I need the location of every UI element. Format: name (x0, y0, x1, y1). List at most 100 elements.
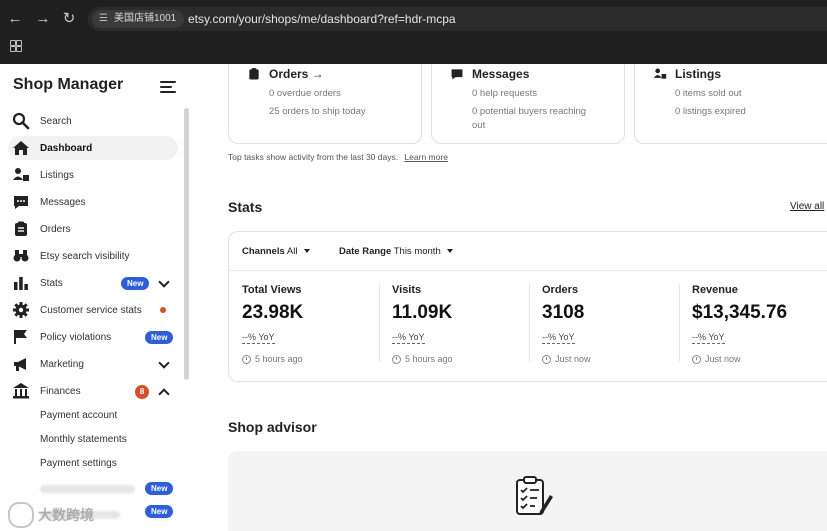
apps-grid-icon[interactable] (10, 40, 22, 52)
clock-icon (692, 354, 701, 364)
extra-new-badge: New (145, 505, 174, 518)
messages-task-card[interactable]: Messages 0 help requests 0 potential buy… (431, 64, 625, 144)
metric-time: 5 hours ago (405, 354, 453, 364)
metric-label: Revenue (692, 284, 738, 296)
extra-new-badge: New (145, 482, 174, 495)
browser-toolbar: ← → ↻ ☰ 美国店铺1001 etsy.com/your/shops/me/… (0, 0, 827, 64)
tune-icon: ☰ (99, 13, 108, 24)
listings-card-title: Listings (675, 67, 722, 81)
metric-value: 23.98K (242, 302, 304, 323)
orders-card-title[interactable]: Orders → (269, 67, 324, 81)
caret-down-icon (304, 249, 311, 254)
search-icon (12, 112, 30, 130)
orders-task-card[interactable]: Orders → 0 overdue orders 25 orders to s… (228, 64, 422, 144)
orders-icon (12, 220, 30, 238)
sidebar-item-marketing[interactable]: Marketing (8, 352, 178, 376)
channels-label: Channels (242, 246, 285, 257)
sidebar-subitem-monthly-statements[interactable]: Monthly statements (40, 434, 127, 445)
metric-label: Visits (392, 284, 422, 296)
stats-card: Channels All Date Range This month Total… (228, 231, 827, 382)
view-all-link[interactable]: View all (790, 201, 824, 212)
metric-total-views[interactable]: Total Views 23.98K --% YoY 5 hours ago (242, 280, 382, 372)
bank-icon (12, 382, 30, 400)
messages-card-title: Messages (472, 67, 530, 81)
sidebar-item-finances[interactable]: Finances (8, 379, 178, 403)
dashboard-main: Orders → 0 overdue orders 25 orders to s… (190, 64, 827, 531)
address-bar[interactable]: ☰ 美国店铺1001 etsy.com/your/shops/me/dashbo… (88, 7, 827, 31)
metric-yoy: --% YoY (692, 332, 725, 344)
learn-more-link[interactable]: Learn more (404, 152, 447, 162)
date-range-filter[interactable]: Date Range This month (339, 246, 454, 257)
listings-icon (653, 67, 667, 81)
shop-advisor-card (228, 451, 827, 531)
listings-task-card[interactable]: Listings 0 items sold out 0 listings exp… (634, 64, 827, 144)
metric-yoy: --% YoY (242, 332, 275, 344)
stats-new-badge: New (121, 277, 150, 290)
metric-updated: 5 hours ago (392, 354, 453, 364)
listings-icon (12, 166, 30, 184)
metric-orders[interactable]: Orders 3108 --% YoY Just now (542, 280, 682, 372)
metric-divider (379, 284, 380, 362)
stats-heading: Stats (228, 199, 263, 215)
top-tasks-note-text: Top tasks show activity from the last 30… (228, 152, 399, 162)
metric-time: Just now (555, 354, 591, 364)
sidebar-item-label: Messages (40, 196, 86, 208)
sidebar-item-label: Orders (40, 223, 71, 235)
blurred-subitem (40, 485, 135, 493)
back-icon[interactable]: ← (4, 8, 26, 30)
date-range-value: This month (393, 246, 441, 257)
channels-filter[interactable]: Channels All (242, 246, 311, 257)
orders-icon (247, 67, 261, 81)
clock-icon (542, 354, 551, 364)
hamburger-menu-icon[interactable] (160, 81, 176, 93)
sidebar-item-label: Stats (40, 277, 63, 289)
sidebar-item-label: Customer service stats (40, 304, 142, 316)
sidebar-item-dashboard[interactable]: Dashboard (8, 136, 178, 160)
date-range-label: Date Range (339, 246, 392, 257)
metric-revenue[interactable]: Revenue $13,345.76 --% YoY Just now (692, 280, 827, 372)
metric-divider (679, 284, 680, 362)
sidebar-subitem-payment-settings[interactable]: Payment settings (40, 458, 117, 469)
sidebar-scrollbar[interactable] (184, 108, 189, 380)
sidebar-subitem-payment-account[interactable]: Payment account (40, 410, 117, 421)
sidebar-item-label: Listings (40, 169, 74, 181)
metric-value: $13,345.76 (692, 302, 788, 323)
metric-value: 3108 (542, 302, 585, 323)
clipboard-checklist-icon (510, 475, 554, 519)
sidebar-item-customer-service-stats[interactable]: Customer service stats (8, 298, 178, 322)
sidebar-item-stats[interactable]: Stats (8, 271, 178, 295)
sidebar-item-orders[interactable]: Orders (8, 217, 178, 241)
sidebar-item-label: Finances (40, 385, 81, 397)
metric-time: Just now (705, 354, 741, 364)
caret-down-icon (447, 249, 454, 254)
watermark-logo-icon (8, 502, 34, 528)
metric-updated: 5 hours ago (242, 354, 303, 364)
site-label: 美国店铺1001 (114, 13, 177, 24)
sidebar-item-messages[interactable]: Messages (8, 190, 178, 214)
stats-icon (12, 274, 30, 292)
task-line: 0 help requests (472, 88, 537, 99)
metric-yoy: --% YoY (392, 332, 425, 344)
sidebar-item-label: Dashboard (40, 142, 93, 154)
metric-value: 11.09K (392, 302, 453, 323)
site-info-chip[interactable]: ☰ 美国店铺1001 (92, 10, 185, 28)
task-line: 0 overdue orders (269, 88, 341, 99)
reload-icon[interactable]: ↻ (58, 8, 80, 30)
task-line: 0 potential buyers reaching (472, 106, 587, 117)
sidebar-item-search-visibility[interactable]: Etsy search visibility (8, 244, 178, 268)
task-line: 0 items sold out (675, 88, 742, 99)
binoculars-icon (12, 247, 30, 265)
messages-icon (450, 67, 464, 81)
forward-icon[interactable]: → (32, 8, 54, 30)
metric-visits[interactable]: Visits 11.09K --% YoY 5 hours ago (392, 280, 532, 372)
clock-icon (242, 354, 251, 364)
top-tasks-note: Top tasks show activity from the last 30… (228, 152, 448, 162)
stats-divider (229, 270, 827, 271)
metric-yoy: --% YoY (542, 332, 575, 344)
alert-dot-icon (160, 307, 166, 313)
sidebar-item-search[interactable]: Search (8, 109, 178, 133)
gear-icon (12, 301, 30, 319)
sidebar-item-label: Policy violations (40, 331, 112, 343)
sidebar-item-listings[interactable]: Listings (8, 163, 178, 187)
sidebar-item-label: Search (40, 115, 72, 127)
